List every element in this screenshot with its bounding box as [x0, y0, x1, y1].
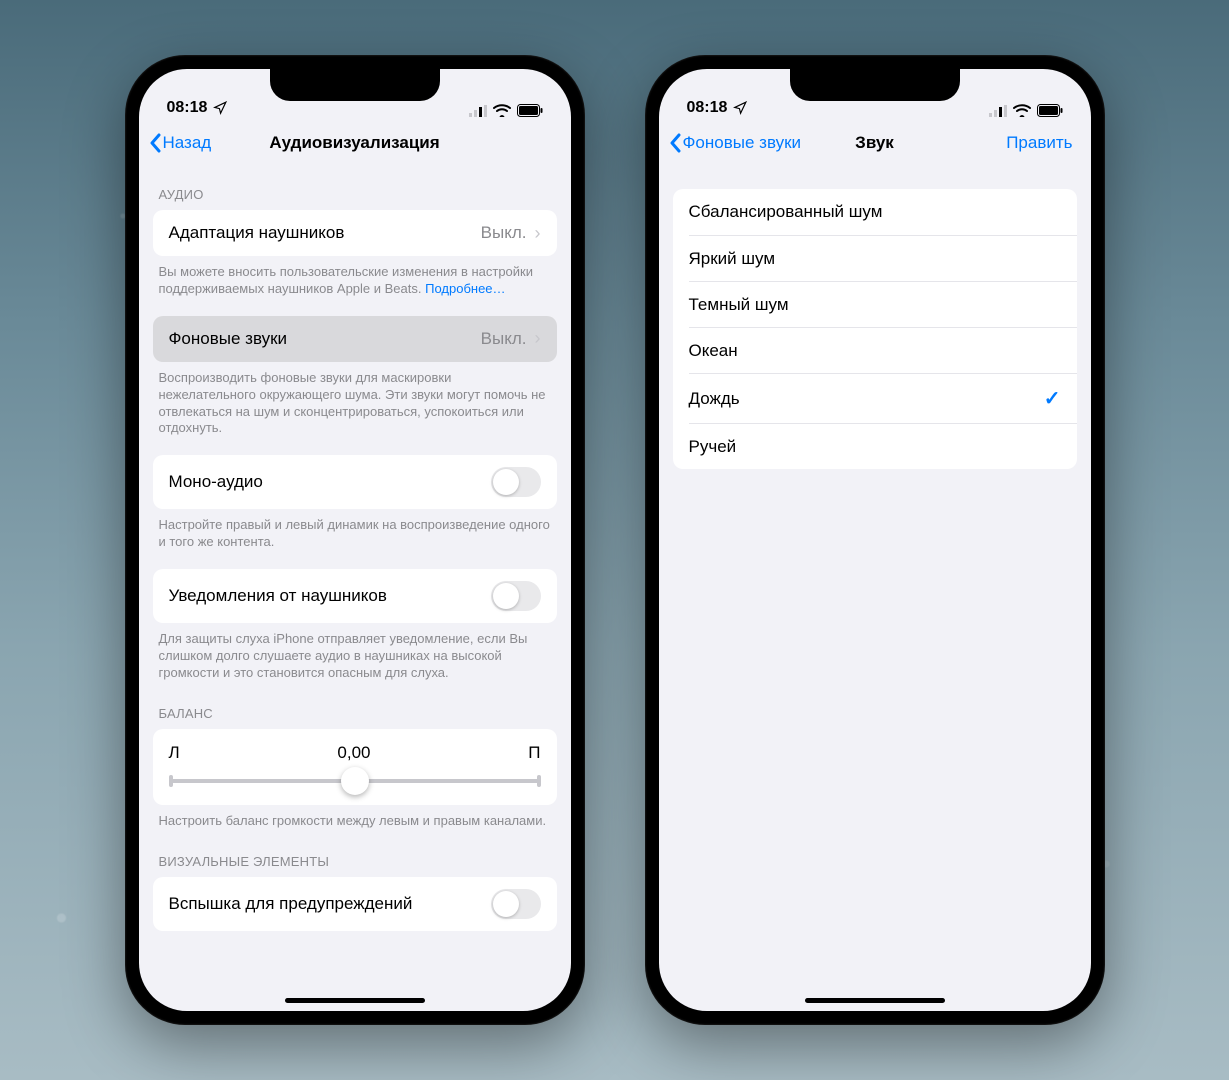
cell-label: Вспышка для предупреждений — [169, 894, 413, 914]
cell-label: Адаптация наушников — [169, 223, 345, 243]
sound-option-balanced-noise[interactable]: Сбалансированный шум — [673, 189, 1077, 235]
sound-label: Яркий шум — [689, 249, 776, 269]
status-time: 08:18 — [167, 99, 208, 117]
back-label: Назад — [163, 133, 212, 153]
sound-label: Ручей — [689, 437, 737, 457]
nav-title: Звук — [855, 133, 894, 153]
sound-label: Дождь — [689, 389, 740, 409]
location-icon — [213, 101, 227, 115]
flash-toggle[interactable] — [491, 889, 541, 919]
cell-mono-audio: Моно-аудио — [153, 455, 557, 509]
cell-headphone-adaptation[interactable]: Адаптация наушников Выкл. › — [153, 210, 557, 256]
nav-bar: Назад Аудиовизуализация — [139, 119, 571, 167]
cell-label: Уведомления от наушников — [169, 586, 387, 606]
sound-option-stream[interactable]: Ручей — [689, 423, 1077, 469]
cellular-icon — [469, 105, 487, 117]
sound-option-bright-noise[interactable]: Яркий шум — [689, 235, 1077, 281]
footer-mono-audio: Настройте правый и левый динамик на восп… — [139, 509, 571, 555]
balance-left-label: Л — [169, 743, 180, 763]
cell-label: Моно-аудио — [169, 472, 263, 492]
cell-label: Фоновые звуки — [169, 329, 288, 349]
mono-audio-toggle[interactable] — [491, 467, 541, 497]
balance-control: Л 0,00 П — [153, 729, 557, 805]
balance-value: 0,00 — [180, 743, 529, 763]
headphone-notif-toggle[interactable] — [491, 581, 541, 611]
edit-button[interactable]: Править — [1006, 133, 1080, 153]
sound-content[interactable]: Сбалансированный шум Яркий шум Темный шу… — [659, 167, 1091, 1011]
cell-value: Выкл. — [481, 329, 527, 349]
sound-label: Темный шум — [689, 295, 789, 315]
sound-label: Океан — [689, 341, 738, 361]
cell-value: Выкл. — [481, 223, 527, 243]
battery-icon — [517, 104, 543, 117]
back-label: Фоновые звуки — [683, 133, 802, 153]
cellular-icon — [989, 105, 1007, 117]
chevron-left-icon — [149, 133, 161, 153]
screen-left: 08:18 Назад Аудиовизуализация АУДИО Адап… — [139, 69, 571, 1011]
back-button[interactable]: Фоновые звуки — [669, 133, 802, 153]
cell-background-sounds-group: Фоновые звуки Выкл. › — [153, 316, 557, 362]
slider-thumb[interactable] — [341, 767, 369, 795]
section-header-visual: ВИЗУАЛЬНЫЕ ЭЛЕМЕНТЫ — [139, 834, 571, 877]
home-indicator[interactable] — [285, 998, 425, 1003]
cell-flash-alerts: Вспышка для предупреждений — [153, 877, 557, 931]
chevron-left-icon — [669, 133, 681, 153]
footer-background-sounds: Воспроизводить фоновые звуки для маскиро… — [139, 362, 571, 442]
cell-background-sounds[interactable]: Фоновые звуки Выкл. › — [153, 316, 557, 362]
learn-more-link[interactable]: Подробнее… — [425, 281, 505, 296]
balance-slider[interactable] — [169, 779, 541, 783]
nav-bar: Фоновые звуки Звук Править — [659, 119, 1091, 167]
sound-label: Сбалансированный шум — [689, 202, 883, 222]
back-button[interactable]: Назад — [149, 133, 212, 153]
settings-content[interactable]: АУДИО Адаптация наушников Выкл. › Вы мож… — [139, 167, 571, 1011]
footer-headphone-notif: Для защиты слуха iPhone отправляет уведо… — [139, 623, 571, 686]
screen-right: 08:18 Фоновые звуки Звук Править Сбаланс… — [659, 69, 1091, 1011]
sound-option-ocean[interactable]: Океан — [689, 327, 1077, 373]
sound-option-dark-noise[interactable]: Темный шум — [689, 281, 1077, 327]
sound-option-rain[interactable]: Дождь ✓ — [689, 373, 1077, 423]
notch — [270, 69, 440, 101]
battery-icon — [1037, 104, 1063, 117]
footer-headphone-adaptation: Вы можете вносить пользовательские измен… — [139, 256, 571, 302]
phone-left: 08:18 Назад Аудиовизуализация АУДИО Адап… — [125, 55, 585, 1025]
footer-balance: Настроить баланс громкости между левым и… — [139, 805, 571, 834]
cell-flash-group: Вспышка для предупреждений — [153, 877, 557, 931]
home-indicator[interactable] — [805, 998, 945, 1003]
status-time: 08:18 — [687, 99, 728, 117]
phone-right: 08:18 Фоновые звуки Звук Править Сбаланс… — [645, 55, 1105, 1025]
cell-mono-audio-group: Моно-аудио — [153, 455, 557, 509]
section-header-audio: АУДИО — [139, 167, 571, 210]
wifi-icon — [1013, 104, 1031, 117]
cell-headphone-notifications: Уведомления от наушников — [153, 569, 557, 623]
section-header-balance: БАЛАНС — [139, 686, 571, 729]
wifi-icon — [493, 104, 511, 117]
cell-headphone-adaptation-group: Адаптация наушников Выкл. › — [153, 210, 557, 256]
chevron-right-icon: › — [535, 328, 541, 349]
location-icon — [733, 101, 747, 115]
checkmark-icon: ✓ — [1044, 386, 1061, 411]
nav-title: Аудиовизуализация — [269, 133, 439, 153]
sound-list: Сбалансированный шум Яркий шум Темный шу… — [673, 189, 1077, 469]
cell-headphone-notif-group: Уведомления от наушников — [153, 569, 557, 623]
chevron-right-icon: › — [535, 223, 541, 244]
notch — [790, 69, 960, 101]
balance-right-label: П — [528, 743, 540, 763]
